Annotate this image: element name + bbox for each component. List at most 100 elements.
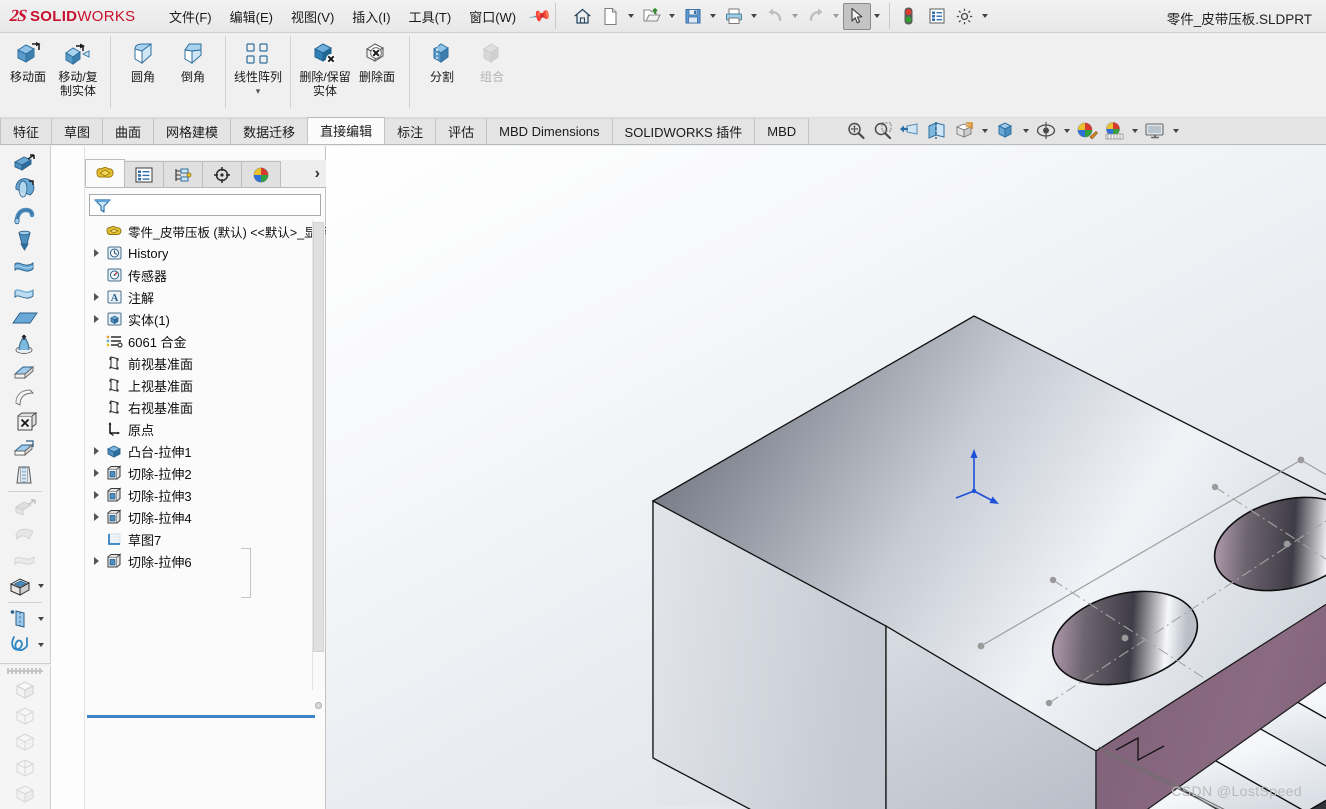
apply-scene-icon[interactable] xyxy=(1101,119,1127,143)
draft-icon[interactable] xyxy=(5,462,45,488)
tree-item-annotations[interactable]: A 注解 xyxy=(85,286,326,308)
swept-boss-icon[interactable] xyxy=(5,202,45,228)
tab-direct-editing[interactable]: 直接编辑 xyxy=(307,117,386,144)
boundary-boss-icon[interactable] xyxy=(5,254,45,280)
curves-icon[interactable] xyxy=(3,632,47,658)
tab-evaluate[interactable]: 评估 xyxy=(435,118,488,144)
tree-item-sensors[interactable]: 传感器 xyxy=(85,264,326,286)
tree-expander[interactable] xyxy=(89,513,103,521)
zoom-to-fit-icon[interactable] xyxy=(843,119,869,143)
home-icon[interactable] xyxy=(569,3,597,30)
pin-icon[interactable]: 📌 xyxy=(528,3,554,29)
tab-mbd[interactable]: MBD xyxy=(754,118,810,144)
tree-expander[interactable] xyxy=(89,557,103,565)
shell-icon[interactable] xyxy=(3,573,47,599)
options-list-icon[interactable] xyxy=(923,3,951,30)
tree-item-part-root[interactable]: 零件_皮带压板 (默认) <<默认>_显示状态 xyxy=(85,220,326,242)
wrap-dim-icon[interactable] xyxy=(5,495,45,521)
tree-item-top-plane[interactable]: 上视基准面 xyxy=(85,374,326,396)
shell-dropdown[interactable] xyxy=(38,584,44,588)
section-view-icon[interactable] xyxy=(924,119,950,143)
menu-insert[interactable]: 插入(I) xyxy=(343,2,399,31)
filter-text-field[interactable] xyxy=(113,198,320,212)
previous-view-icon[interactable] xyxy=(897,119,923,143)
open-document-icon[interactable] xyxy=(638,3,666,30)
print-icon[interactable] xyxy=(720,3,748,30)
view-wireframe-icon[interactable] xyxy=(5,703,45,729)
tree-item-material[interactable]: 6061 合金 xyxy=(85,330,326,352)
curves-dropdown[interactable] xyxy=(38,643,44,647)
tree-item-right-plane[interactable]: 右视基准面 xyxy=(85,396,326,418)
hide-show-dropdown[interactable] xyxy=(1060,117,1073,144)
lofted-cut-icon[interactable] xyxy=(5,384,45,410)
move-copy-body-button[interactable]: 移动/复制实体 xyxy=(53,33,103,99)
graphics-viewport[interactable]: CSDN @LostSpeed xyxy=(326,146,1326,809)
tree-filter-input[interactable] xyxy=(89,194,321,216)
select-dropdown[interactable] xyxy=(871,3,884,30)
menu-tools[interactable]: 工具(T) xyxy=(400,2,461,31)
view-iso-icon[interactable] xyxy=(5,677,45,703)
display-style-icon[interactable] xyxy=(992,119,1018,143)
move-face-button[interactable]: 移动面 xyxy=(3,33,53,99)
property-manager-tab[interactable] xyxy=(124,161,164,187)
tree-expander[interactable] xyxy=(89,315,103,323)
tree-item-solid-bodies[interactable]: 实体(1) xyxy=(85,308,326,330)
tree-item-cut-extrude-4[interactable]: 切除-拉伸4 xyxy=(85,506,326,528)
menu-window[interactable]: 窗口(W) xyxy=(460,2,525,31)
extruded-cut-icon[interactable] xyxy=(5,280,45,306)
gear-icon[interactable] xyxy=(951,3,979,30)
shape-dim-icon[interactable] xyxy=(5,547,45,573)
feature-tree-scrollbar[interactable] xyxy=(312,220,325,690)
linear-pattern-button[interactable]: 线性阵列 ▾ xyxy=(233,33,283,99)
apply-scene-dropdown[interactable] xyxy=(1128,117,1141,144)
menu-edit[interactable]: 编辑(E) xyxy=(221,2,282,31)
toolbar-grip[interactable] xyxy=(7,668,43,674)
tree-expander[interactable] xyxy=(89,491,103,499)
tab-markup[interactable]: 标注 xyxy=(384,118,437,144)
view-orientation-dropdown[interactable] xyxy=(978,117,991,144)
boundary-cut-icon[interactable] xyxy=(5,410,45,436)
tree-expander[interactable] xyxy=(89,447,103,455)
tree-item-cut-extrude-3[interactable]: 切除-拉伸3 xyxy=(85,484,326,506)
hide-show-items-icon[interactable] xyxy=(1033,119,1059,143)
tree-expander[interactable] xyxy=(89,293,103,301)
tree-item-front-plane[interactable]: 前视基准面 xyxy=(85,352,326,374)
planar-surface-icon[interactable] xyxy=(5,306,45,332)
new-document-icon[interactable] xyxy=(597,3,625,30)
feature-tree-tab[interactable] xyxy=(85,159,125,187)
tab-mesh-modeling[interactable]: 网格建模 xyxy=(153,118,232,144)
lofted-boss-icon[interactable] xyxy=(5,228,45,254)
linear-pattern-more-icon[interactable]: ▾ xyxy=(256,86,261,97)
view-hidden-removed-icon[interactable] xyxy=(5,755,45,781)
new-document-dropdown[interactable] xyxy=(625,3,638,30)
chamfer-button[interactable]: 倒角 xyxy=(168,33,218,99)
swept-cut-icon[interactable] xyxy=(5,358,45,384)
tab-sketch[interactable]: 草图 xyxy=(51,118,104,144)
view-hidden-lines-icon[interactable] xyxy=(5,729,45,755)
save-icon[interactable] xyxy=(679,3,707,30)
tree-item-sketch-7[interactable]: 草图7 xyxy=(85,528,326,550)
tab-surfaces[interactable]: 曲面 xyxy=(102,118,155,144)
split-button[interactable]: 分割 xyxy=(417,33,467,99)
select-cursor-icon[interactable] xyxy=(842,2,871,30)
tab-features[interactable]: 特征 xyxy=(0,118,53,144)
zoom-to-area-icon[interactable] xyxy=(870,119,896,143)
configuration-manager-tab[interactable] xyxy=(163,161,203,187)
menu-file[interactable]: 文件(F) xyxy=(160,2,221,31)
view-settings-icon[interactable] xyxy=(1142,119,1168,143)
tab-solidworks-addins[interactable]: SOLIDWORKS 插件 xyxy=(611,118,756,144)
dimxpert-manager-tab[interactable] xyxy=(202,161,242,187)
menu-view[interactable]: 视图(V) xyxy=(282,2,343,31)
tree-item-boss-extrude-1[interactable]: 凸台-拉伸1 xyxy=(85,440,326,462)
scrollbar-thumb[interactable] xyxy=(313,222,324,652)
print-dropdown[interactable] xyxy=(748,3,761,30)
tab-data-migration[interactable]: 数据迁移 xyxy=(230,118,309,144)
display-style-dropdown[interactable] xyxy=(1019,117,1032,144)
view-shaded-icon[interactable] xyxy=(5,781,45,807)
view-settings-dropdown[interactable] xyxy=(1169,117,1182,144)
revolved-cut-icon[interactable] xyxy=(5,332,45,358)
save-dropdown[interactable] xyxy=(707,3,720,30)
rollback-handle[interactable] xyxy=(315,702,322,709)
revolved-boss-icon[interactable] xyxy=(5,176,45,202)
tree-expander[interactable] xyxy=(89,249,103,257)
